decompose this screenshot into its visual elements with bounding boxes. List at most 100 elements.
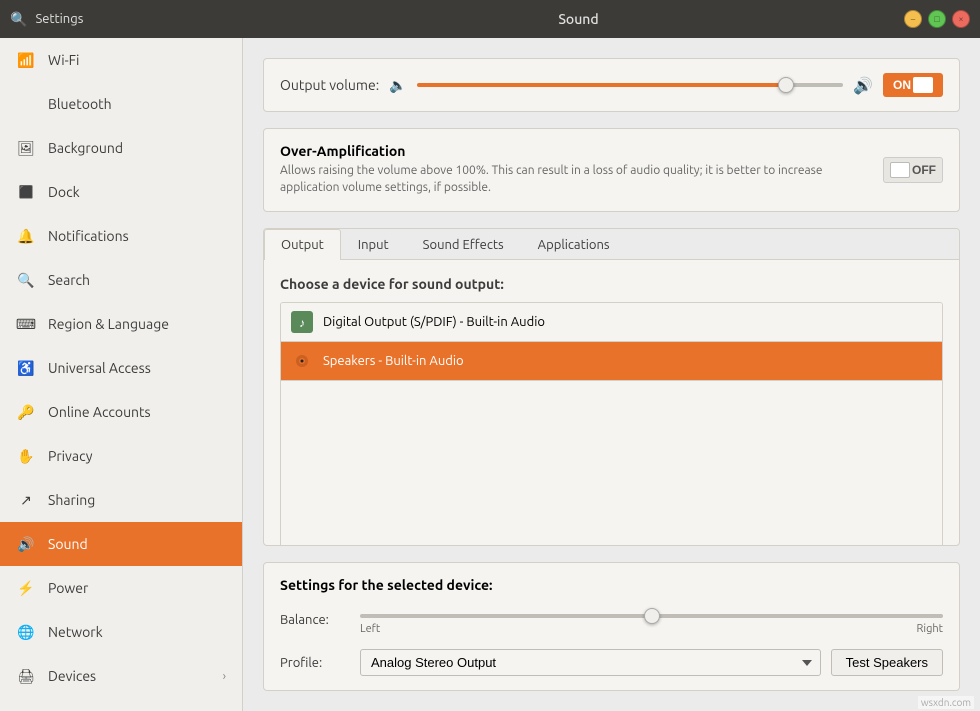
toggle-off-handle bbox=[890, 162, 910, 178]
balance-slider[interactable] bbox=[360, 614, 943, 618]
sidebar-item-label-power: Power bbox=[48, 580, 226, 596]
volume-high-icon: 🔊 bbox=[853, 76, 873, 95]
tabs-section: Output Input Sound Effects Applications … bbox=[263, 228, 960, 546]
sidebar-item-label-access: Universal Access bbox=[48, 360, 226, 376]
tab-applications[interactable]: Applications bbox=[521, 229, 627, 260]
tabs-content: Choose a device for sound output: ♪ Digi… bbox=[264, 260, 959, 546]
sidebar-item-details[interactable]: Details› bbox=[0, 698, 242, 711]
speakers-icon bbox=[291, 350, 313, 372]
overamp-desc: Allows raising the volume above 100%. Th… bbox=[280, 163, 867, 197]
volume-slider[interactable] bbox=[417, 83, 843, 87]
search-icon: 🔍 bbox=[10, 11, 27, 28]
device-speakers-label: Speakers - Built-in Audio bbox=[323, 354, 464, 368]
sidebar-item-power[interactable]: Power bbox=[0, 566, 242, 610]
device-settings-title: Settings for the selected device: bbox=[280, 577, 943, 593]
sharing-icon bbox=[16, 490, 36, 510]
minimize-button[interactable]: – bbox=[904, 10, 922, 28]
balance-row: Balance: Left Right bbox=[280, 605, 943, 635]
sidebar-item-devices[interactable]: Devices › bbox=[0, 654, 242, 698]
digital-output-icon: ♪ bbox=[291, 311, 313, 333]
sidebar-item-label-region: Region & Language bbox=[48, 316, 226, 332]
power-icon bbox=[16, 578, 36, 598]
sidebar-item-privacy[interactable]: Privacy bbox=[0, 434, 242, 478]
sidebar-item-notifications[interactable]: Notifications bbox=[0, 214, 242, 258]
volume-slider-container bbox=[417, 75, 843, 95]
sidebar-item-access[interactable]: Universal Access bbox=[0, 346, 242, 390]
bg-icon bbox=[16, 138, 36, 158]
sidebar-item-label-search: Search bbox=[48, 272, 226, 288]
sidebar-item-label-devices: Devices bbox=[48, 668, 211, 684]
devices-icon bbox=[16, 666, 36, 686]
tabs-header: Output Input Sound Effects Applications bbox=[264, 229, 959, 260]
sidebar-item-label-sound: Sound bbox=[48, 536, 226, 552]
toggle-on-label: ON bbox=[893, 78, 911, 92]
toggle-off-label: OFF bbox=[912, 163, 936, 177]
notif-icon bbox=[16, 226, 36, 246]
sidebar-item-label-privacy: Privacy bbox=[48, 448, 226, 464]
network-icon bbox=[16, 622, 36, 642]
overamp-section: Over-Amplification Allows raising the vo… bbox=[263, 128, 960, 212]
tab-output[interactable]: Output bbox=[264, 229, 341, 260]
sidebar-item-label-sharing: Sharing bbox=[48, 492, 226, 508]
close-button[interactable]: × bbox=[952, 10, 970, 28]
balance-label: Balance: bbox=[280, 613, 350, 627]
device-settings: Settings for the selected device: Balanc… bbox=[263, 562, 960, 691]
devices-arrow-icon: › bbox=[223, 670, 226, 683]
device-digital-label: Digital Output (S/PDIF) - Built-in Audio bbox=[323, 315, 545, 329]
titlebar: 🔍 Settings Sound – □ × bbox=[0, 0, 980, 38]
volume-row: Output volume: 🔈 🔊 ON bbox=[280, 73, 943, 97]
titlebar-settings-label: Settings bbox=[35, 12, 83, 26]
sidebar-item-label-background: Background bbox=[48, 140, 226, 156]
access-icon bbox=[16, 358, 36, 378]
sidebar-item-label-wifi: Wi-Fi bbox=[48, 52, 226, 68]
sidebar-item-network[interactable]: Network bbox=[0, 610, 242, 654]
sidebar-item-region[interactable]: Region & Language bbox=[0, 302, 242, 346]
content-area: Output volume: 🔈 🔊 ON Over-Amplification… bbox=[243, 38, 980, 711]
profile-label: Profile: bbox=[280, 656, 350, 670]
accounts-icon bbox=[16, 402, 36, 422]
overamp-toggle-button[interactable]: OFF bbox=[883, 157, 943, 183]
sidebar-item-search[interactable]: Search bbox=[0, 258, 242, 302]
watermark: wsxdn.com bbox=[918, 696, 974, 709]
window-controls: – □ × bbox=[904, 10, 970, 28]
device-item-speakers[interactable]: Speakers - Built-in Audio bbox=[281, 342, 942, 381]
sidebar-item-label-network: Network bbox=[48, 624, 226, 640]
main-container: Wi-Fi Bluetooth Background Dock Notification… bbox=[0, 38, 980, 711]
sidebar-item-label-notifications: Notifications bbox=[48, 228, 226, 244]
sidebar-item-sharing[interactable]: Sharing bbox=[0, 478, 242, 522]
device-list-empty bbox=[281, 381, 942, 546]
privacy-icon bbox=[16, 446, 36, 466]
device-item-digital[interactable]: ♪ Digital Output (S/PDIF) - Built-in Aud… bbox=[281, 303, 942, 342]
balance-labels: Left Right bbox=[360, 623, 943, 635]
sidebar-item-accounts[interactable]: Online Accounts bbox=[0, 390, 242, 434]
svg-text:♪: ♪ bbox=[299, 317, 305, 330]
titlebar-window-title: Sound bbox=[253, 11, 904, 27]
balance-slider-container: Left Right bbox=[360, 605, 943, 635]
volume-toggle-button[interactable]: ON bbox=[883, 73, 943, 97]
profile-select[interactable]: Analog Stereo Output Analog Stereo Duple… bbox=[360, 649, 821, 676]
tab-sound-effects[interactable]: Sound Effects bbox=[406, 229, 521, 260]
sidebar-item-sound[interactable]: Sound bbox=[0, 522, 242, 566]
toggle-handle bbox=[913, 77, 933, 93]
volume-label: Output volume: bbox=[280, 77, 379, 93]
wifi-icon bbox=[16, 50, 36, 70]
sidebar-item-label-bluetooth: Bluetooth bbox=[48, 96, 226, 112]
sidebar-item-bluetooth[interactable]: Bluetooth bbox=[0, 82, 242, 126]
sidebar-item-wifi[interactable]: Wi-Fi bbox=[0, 38, 242, 82]
sound-icon bbox=[16, 534, 36, 554]
sidebar-item-background[interactable]: Background bbox=[0, 126, 242, 170]
volume-section: Output volume: 🔈 🔊 ON bbox=[263, 58, 960, 112]
dock-icon bbox=[16, 182, 36, 202]
test-speakers-button[interactable]: Test Speakers bbox=[831, 649, 943, 676]
overamp-text: Over-Amplification Allows raising the vo… bbox=[280, 143, 867, 197]
profile-row: Profile: Analog Stereo Output Analog Ste… bbox=[280, 649, 943, 676]
balance-right-label: Right bbox=[917, 623, 943, 635]
sidebar-item-dock[interactable]: Dock bbox=[0, 170, 242, 214]
maximize-button[interactable]: □ bbox=[928, 10, 946, 28]
region-icon bbox=[16, 314, 36, 334]
sidebar-item-label-accounts: Online Accounts bbox=[48, 404, 226, 420]
tab-input[interactable]: Input bbox=[341, 229, 406, 260]
titlebar-left: 🔍 Settings bbox=[10, 11, 253, 28]
search-icon bbox=[16, 270, 36, 290]
overamp-title: Over-Amplification bbox=[280, 143, 867, 159]
